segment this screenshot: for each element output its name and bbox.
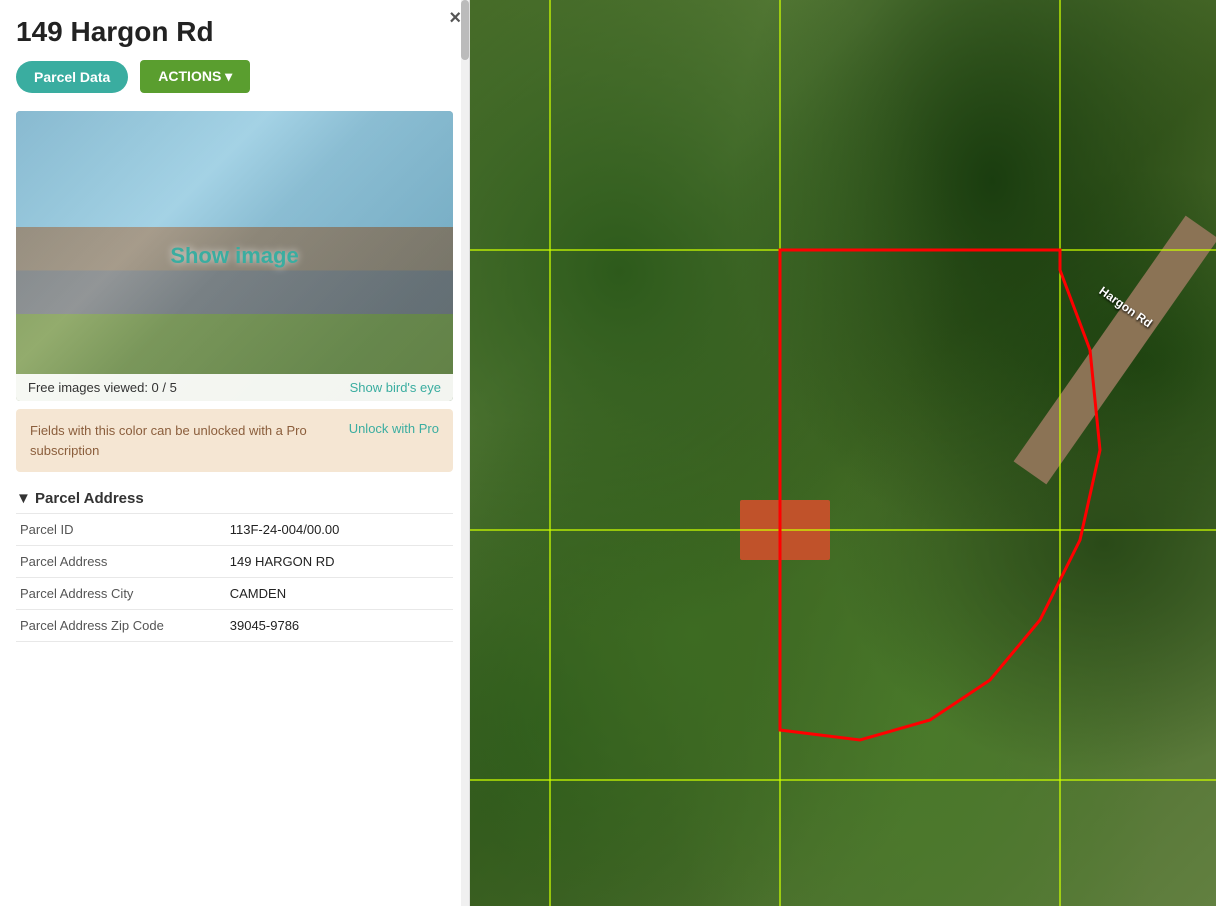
parcel-outline xyxy=(470,0,1216,906)
pro-notice: Fields with this color can be unlocked w… xyxy=(16,409,453,472)
property-title: 149 Hargon Rd xyxy=(16,16,453,48)
row-value: 39045-9786 xyxy=(226,610,453,642)
building xyxy=(740,500,830,560)
left-panel: × 149 Hargon Rd Parcel Data ACTIONS ▾ Sh… xyxy=(0,0,470,906)
actions-button[interactable]: ACTIONS ▾ xyxy=(140,60,250,93)
pro-notice-text: Fields with this color can be unlocked w… xyxy=(30,421,339,460)
table-row: Parcel ID113F-24-004/00.00 xyxy=(16,514,453,546)
row-value: 149 HARGON RD xyxy=(226,546,453,578)
scrollbar-thumb[interactable] xyxy=(461,0,469,60)
map-background: Hargon Rd xyxy=(470,0,1216,906)
table-row: Parcel Address CityCAMDEN xyxy=(16,578,453,610)
section-header-label: ▼ Parcel Address xyxy=(16,490,144,507)
road xyxy=(1014,216,1216,485)
row-value: 113F-24-004/00.00 xyxy=(226,514,453,546)
parcel-address-table: Parcel ID113F-24-004/00.00Parcel Address… xyxy=(16,513,453,642)
table-row: Parcel Address Zip Code39045-9786 xyxy=(16,610,453,642)
row-label: Parcel ID xyxy=(16,514,226,546)
row-value: CAMDEN xyxy=(226,578,453,610)
row-label: Parcel Address City xyxy=(16,578,226,610)
data-content: ▼ Parcel Address Parcel ID113F-24-004/00… xyxy=(0,480,469,906)
grid-lines xyxy=(470,0,1216,906)
image-section: Show image Free images viewed: 0 / 5 Sho… xyxy=(16,111,453,401)
panel-header: 149 Hargon Rd Parcel Data ACTIONS ▾ xyxy=(0,0,469,111)
birds-eye-button[interactable]: Show bird's eye xyxy=(350,380,441,395)
free-images-label: Free images viewed: 0 / 5 xyxy=(28,380,177,395)
parcel-address-section-header[interactable]: ▼ Parcel Address xyxy=(16,480,453,513)
unlock-pro-button[interactable]: Unlock with Pro xyxy=(349,421,439,436)
parcel-data-button[interactable]: Parcel Data xyxy=(16,61,128,93)
row-label: Parcel Address xyxy=(16,546,226,578)
table-row: Parcel Address149 HARGON RD xyxy=(16,546,453,578)
scrollbar-track[interactable] xyxy=(461,0,469,906)
toolbar: Parcel Data ACTIONS ▾ xyxy=(16,60,453,93)
row-label: Parcel Address Zip Code xyxy=(16,610,226,642)
image-footer: Free images viewed: 0 / 5 Show bird's ey… xyxy=(16,374,453,401)
show-image-button[interactable]: Show image xyxy=(170,243,298,269)
map-area[interactable]: Hargon Rd xyxy=(470,0,1216,906)
close-button[interactable]: × xyxy=(449,8,461,28)
